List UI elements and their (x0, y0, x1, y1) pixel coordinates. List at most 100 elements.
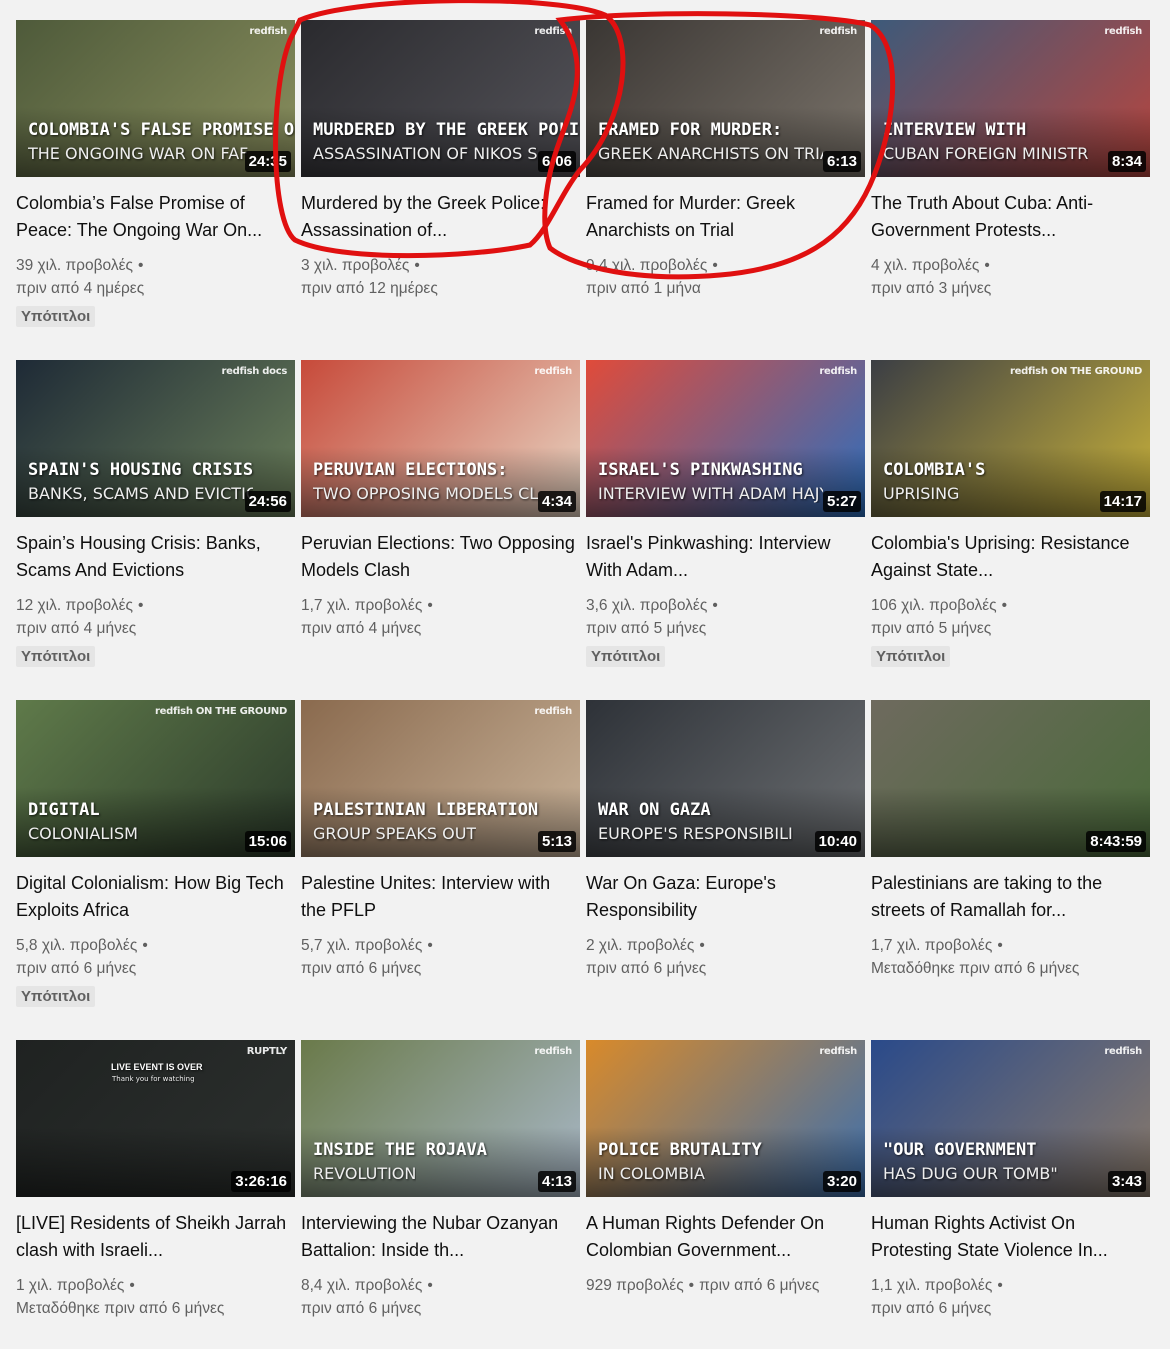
video-title[interactable]: Framed for Murder: Greek Anarchists on T… (586, 190, 865, 244)
thumbnail-subheadline: IN COLOMBIA (598, 1164, 705, 1183)
upload-age: πριν από 6 μήνες (871, 1300, 992, 1317)
video-card[interactable]: redfish ISRAEL'S PINKWASHING INTERVIEW WIT… (586, 360, 865, 700)
video-title[interactable]: Spain’s Housing Crisis: Banks, Scams And… (16, 530, 295, 584)
video-thumbnail[interactable]: redfish docs SPAIN'S HOUSING CRISIS BANKS,… (16, 360, 295, 517)
duration-badge: 24:56 (244, 491, 291, 512)
video-card[interactable]: WAR ON GAZA EUROPE'S RESPONSIBILI 10:40 War… (586, 700, 865, 1040)
video-thumbnail[interactable]: redfish INTERVIEW WITH CUBAN FOREIGN MINIS… (871, 20, 1150, 177)
video-card[interactable]: redfish FRAMED FOR MURDER: GREEK ANARCHIST… (586, 20, 865, 360)
video-card[interactable]: redfish COLOMBIA'S FALSE PROMISE OF PEACE… (16, 20, 295, 360)
video-card[interactable]: redfish MURDERED BY THE GREEK POLICE ASSAS… (301, 20, 580, 360)
video-card[interactable]: redfish INTERVIEW WITH CUBAN FOREIGN MINIS… (871, 20, 1150, 360)
views-line: 929 προβολές • πριν από 6 μήνες (586, 1274, 865, 1297)
video-thumbnail[interactable]: redfish FRAMED FOR MURDER: GREEK ANARCHIST… (586, 20, 865, 177)
video-thumbnail[interactable]: redfish COLOMBIA'S FALSE PROMISE OF PEACE… (16, 20, 295, 177)
age-line: πριν από 1 μήνα (586, 277, 865, 300)
thumbnail-subheadline: Thank you for watching (112, 1075, 195, 1083)
duration-badge: 4:34 (537, 491, 576, 512)
video-card[interactable]: RUPTLY LIVE EVENT IS OVER Thank you for wa… (16, 1040, 295, 1349)
video-metadata: 3 χιλ. προβολές • πριν από 12 ημέρες (301, 254, 580, 300)
upload-age: πριν από 3 μήνες (871, 280, 992, 297)
age-line: πριν από 6 μήνες (16, 957, 295, 980)
view-count: 5,7 χιλ. προβολές (301, 937, 423, 954)
video-title[interactable]: Israel's Pinkwashing: Interview With Ada… (586, 530, 865, 584)
video-thumbnail[interactable]: redfish INSIDE THE ROJAVA REVOLUTION 4:13 (301, 1040, 580, 1197)
duration-badge: 5:13 (537, 831, 576, 852)
view-count: 39 χιλ. προβολές (16, 257, 133, 274)
video-thumbnail[interactable]: redfish POLICE BRUTALITY IN COLOMBIA 3:20 (586, 1040, 865, 1197)
views-line: 12 χιλ. προβολές • (16, 594, 295, 617)
upload-age: πριν από 4 μήνες (16, 620, 137, 637)
video-thumbnail[interactable]: redfish MURDERED BY THE GREEK POLICE ASSAS… (301, 20, 580, 177)
thumbnail-headline: WAR ON GAZA (598, 800, 711, 820)
subtitles-badge: Υπότιτλοι (16, 986, 96, 1007)
channel-logo: redfish ON THE GROUND (155, 706, 287, 717)
channel-logo: redfish docs (221, 366, 287, 377)
view-count: 8,4 χιλ. προβολές (301, 1277, 423, 1294)
video-card[interactable]: redfish ON THE GROUND DIGITAL COLONIALISM 1… (16, 700, 295, 1040)
age-line: Μεταδόθηκε πριν από 6 μήνες (16, 1297, 295, 1320)
view-count: 2 χιλ. προβολές (586, 937, 695, 954)
video-card[interactable]: redfish POLICE BRUTALITY IN COLOMBIA 3:20 A … (586, 1040, 865, 1349)
thumbnail-subheadline: BANKS, SCAMS AND EVICTIO (28, 484, 253, 503)
video-card[interactable]: redfish ON THE GROUND COLOMBIA'S UPRISING 1… (871, 360, 1150, 700)
video-title[interactable]: Interviewing the Nubar Ozanyan Battalion… (301, 1210, 580, 1264)
video-card[interactable]: redfish INSIDE THE ROJAVA REVOLUTION 4:13 In… (301, 1040, 580, 1349)
duration-badge: 8:43:59 (1086, 831, 1146, 852)
subtitles-badge: Υπότιτλοι (16, 646, 96, 667)
separator-dot: • (138, 597, 144, 614)
video-title[interactable]: Colombia's Uprising: Resistance Against … (871, 530, 1150, 584)
views-line: 1 χιλ. προβολές • (16, 1274, 295, 1297)
video-metadata: 929 προβολές • πριν από 6 μήνες (586, 1274, 865, 1297)
video-title[interactable]: [LIVE] Residents of Sheikh Jarrah clash … (16, 1210, 295, 1264)
video-card[interactable]: redfish "OUR GOVERNMENT HAS DUG OUR TOMB" 3… (871, 1040, 1150, 1349)
video-title[interactable]: Human Rights Activist On Protesting Stat… (871, 1210, 1150, 1264)
separator-dot: • (427, 937, 433, 954)
thumbnail-headline: ISRAEL'S PINKWASHING (598, 460, 803, 480)
video-thumbnail[interactable]: redfish PERUVIAN ELECTIONS: TWO OPPOSING M… (301, 360, 580, 517)
video-title[interactable]: The Truth About Cuba: Anti-Government Pr… (871, 190, 1150, 244)
video-title[interactable]: Peruvian Elections: Two Opposing Models … (301, 530, 580, 584)
upload-age: πριν από 6 μήνες (699, 1277, 820, 1294)
separator-dot: • (142, 937, 148, 954)
video-title[interactable]: Colombia’s False Promise of Peace: The O… (16, 190, 295, 244)
video-thumbnail[interactable]: redfish "OUR GOVERNMENT HAS DUG OUR TOMB" 3… (871, 1040, 1150, 1197)
thumbnail-subheadline: GROUP SPEAKS OUT (313, 824, 477, 843)
thumbnail-subheadline: INTERVIEW WITH ADAM HAJYAHI (598, 484, 823, 503)
video-thumbnail[interactable]: WAR ON GAZA EUROPE'S RESPONSIBILI 10:40 (586, 700, 865, 857)
video-thumbnail[interactable]: redfish ON THE GROUND DIGITAL COLONIALISM 1… (16, 700, 295, 857)
video-title[interactable]: Murdered by the Greek Police: Assassinat… (301, 190, 580, 244)
view-count: 12 χιλ. προβολές (16, 597, 133, 614)
views-line: 9,4 χιλ. προβολές • (586, 254, 865, 277)
video-thumbnail[interactable]: redfish ISRAEL'S PINKWASHING INTERVIEW WIT… (586, 360, 865, 517)
video-metadata: 3,6 χιλ. προβολές • πριν από 5 μήνες (586, 594, 865, 640)
video-title[interactable]: Palestinians are taking to the streets o… (871, 870, 1150, 924)
subtitles-badge: Υπότιτλοι (871, 646, 951, 667)
view-count: 1,1 χιλ. προβολές (871, 1277, 993, 1294)
video-title[interactable]: Palestine Unites: Interview with the PFL… (301, 870, 580, 924)
video-thumbnail[interactable]: redfish PALESTINIAN LIBERATION GROUP SPEAK… (301, 700, 580, 857)
video-title[interactable]: Digital Colonialism: How Big Tech Exploi… (16, 870, 295, 924)
upload-age: πριν από 1 μήνα (586, 280, 701, 297)
video-thumbnail[interactable]: RUPTLY LIVE EVENT IS OVER Thank you for wa… (16, 1040, 295, 1197)
view-count: 5,8 χιλ. προβολές (16, 937, 138, 954)
video-title[interactable]: A Human Rights Defender On Colombian Gov… (586, 1210, 865, 1264)
channel-logo: redfish (1104, 1046, 1142, 1057)
age-line: πριν από 4 ημέρες (16, 277, 295, 300)
video-thumbnail[interactable]: 8:43:59 (871, 700, 1150, 857)
thumbnail-subheadline: ASSASSINATION OF NIKOS SABANIS (313, 144, 538, 163)
channel-logo: redfish (534, 26, 572, 37)
video-thumbnail[interactable]: redfish ON THE GROUND COLOMBIA'S UPRISING 1… (871, 360, 1150, 517)
separator-dot: • (984, 257, 990, 274)
channel-logo: redfish (534, 706, 572, 717)
video-card[interactable]: 8:43:59 Palestinians are taking to the st… (871, 700, 1150, 1040)
upload-age: πριν από 12 ημέρες (301, 280, 438, 297)
upload-age: Μεταδόθηκε πριν από 6 μήνες (871, 960, 1080, 977)
separator-dot: • (699, 937, 705, 954)
duration-badge: 6:13 (822, 151, 861, 172)
video-metadata: 5,8 χιλ. προβολές • πριν από 6 μήνες (16, 934, 295, 980)
video-title[interactable]: War On Gaza: Europe's Responsibility (586, 870, 865, 924)
video-card[interactable]: redfish PALESTINIAN LIBERATION GROUP SPEAK… (301, 700, 580, 1040)
video-card[interactable]: redfish PERUVIAN ELECTIONS: TWO OPPOSING M… (301, 360, 580, 700)
video-card[interactable]: redfish docs SPAIN'S HOUSING CRISIS BANKS,… (16, 360, 295, 700)
